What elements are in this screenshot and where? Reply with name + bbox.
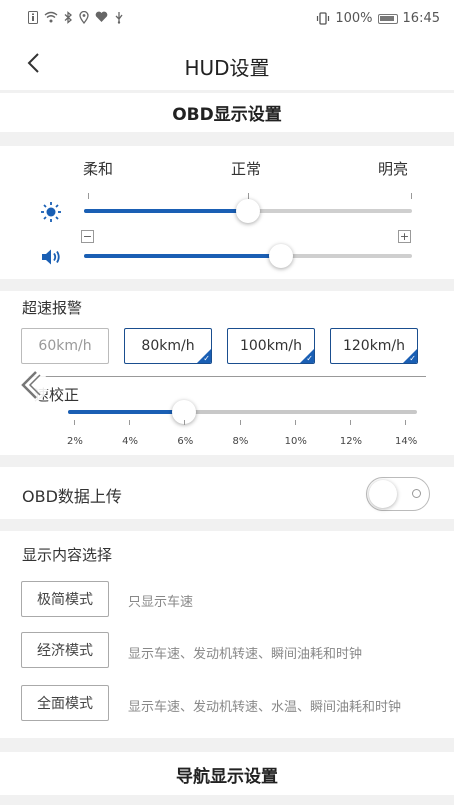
divider <box>0 738 454 752</box>
calibration-tick <box>294 420 296 425</box>
divider <box>0 455 454 467</box>
status-icons-left <box>28 11 124 24</box>
heart-icon <box>95 11 108 22</box>
wifi-icon <box>44 11 58 23</box>
brightness-label-normal: 正常 <box>231 160 262 178</box>
mode-minimal-button[interactable]: 极简模式 <box>21 581 109 617</box>
mode-full-desc: 显示车速、发动机转速、水温、瞬间油耗和时钟 <box>128 700 402 715</box>
divider <box>0 132 454 146</box>
obd-upload-toggle[interactable] <box>366 477 430 511</box>
speed-option-100[interactable]: 100km/h ✓ <box>227 328 315 364</box>
speed-option-60[interactable]: 60km/h <box>21 328 109 364</box>
volume-minus-icon[interactable]: − <box>81 230 94 243</box>
app-header: HUD设置 <box>0 38 454 90</box>
info-icon <box>28 11 38 24</box>
calibration-tick <box>184 420 186 425</box>
calibration-tick-label: 6% <box>177 436 194 447</box>
calibration-tick-label: 10% <box>284 436 307 447</box>
volume-slider-thumb[interactable] <box>268 244 293 268</box>
location-icon <box>79 11 89 24</box>
calibration-tick-label: 14% <box>395 436 418 447</box>
check-icon: ✓ <box>203 354 210 363</box>
status-bar: 100% 16:45 <box>0 0 454 38</box>
check-icon: ✓ <box>306 354 313 363</box>
speed-option-label: 120km/h <box>342 338 406 354</box>
divider-line <box>28 376 426 377</box>
usb-icon <box>115 12 123 24</box>
battery-percent: 100% <box>335 11 373 26</box>
calibration-tick-label: 8% <box>232 436 249 447</box>
speed-option-120[interactable]: 120km/h ✓ <box>330 328 418 364</box>
brightness-labels: 柔和 正常 明亮 <box>0 158 454 180</box>
obd-upload-label: OBD数据上传 <box>22 487 122 506</box>
speed-option-label: 100km/h <box>239 338 303 354</box>
display-content-label: 显示内容选择 <box>22 546 113 564</box>
volume-plus-icon[interactable]: + <box>398 230 411 243</box>
brightness-label-bright: 明亮 <box>378 160 409 178</box>
battery-icon <box>377 13 398 24</box>
toggle-knob <box>369 480 397 508</box>
speed-alarm-label: 超速报警 <box>22 299 83 317</box>
bluetooth-icon <box>64 11 72 24</box>
status-icons-right: 100% 16:45 <box>316 11 440 26</box>
sun-icon <box>41 202 61 222</box>
divider <box>0 519 454 531</box>
calibration-tick-label: 12% <box>339 436 363 447</box>
calibration-tick-label: 4% <box>122 436 139 447</box>
edge-back-button[interactable] <box>12 367 48 403</box>
mode-full-button[interactable]: 全面模式 <box>21 685 109 721</box>
speed-option-label: 60km/h <box>38 338 92 354</box>
mode-economy-desc: 显示车速、发动机转速、瞬间油耗和时钟 <box>128 647 363 662</box>
calibration-tick <box>129 420 131 425</box>
nav-section-title: 导航显示设置 <box>176 767 278 787</box>
brightness-tick <box>88 193 89 199</box>
calibration-tick <box>239 420 241 425</box>
brightness-label-soft: 柔和 <box>83 160 114 178</box>
speaker-icon <box>42 249 60 265</box>
divider <box>0 90 454 93</box>
chevron-left-icon <box>21 371 41 399</box>
calibration-tick <box>74 420 75 425</box>
check-icon: ✓ <box>409 354 416 363</box>
page-title: HUD设置 <box>184 56 270 80</box>
brightness-slider-fill <box>84 209 248 213</box>
calibration-tick-label: 2% <box>67 436 83 447</box>
status-time: 16:45 <box>402 11 440 26</box>
vibrate-icon <box>317 12 330 25</box>
divider <box>0 795 454 805</box>
speed-option-label: 80km/h <box>141 338 195 354</box>
mode-economy-button[interactable]: 经济模式 <box>21 632 109 668</box>
volume-slider-fill <box>84 254 281 258</box>
calibration-tick <box>349 420 351 425</box>
calibration-tick <box>405 420 406 425</box>
brightness-slider-thumb[interactable] <box>236 199 260 223</box>
speed-option-80[interactable]: 80km/h ✓ <box>124 328 212 364</box>
toggle-off-icon <box>412 489 421 498</box>
brightness-tick <box>411 193 412 199</box>
obd-section-title: OBD显示设置 <box>172 105 282 125</box>
divider <box>0 279 454 291</box>
calibration-slider-fill <box>68 410 185 414</box>
mode-minimal-desc: 只显示车速 <box>128 595 194 610</box>
